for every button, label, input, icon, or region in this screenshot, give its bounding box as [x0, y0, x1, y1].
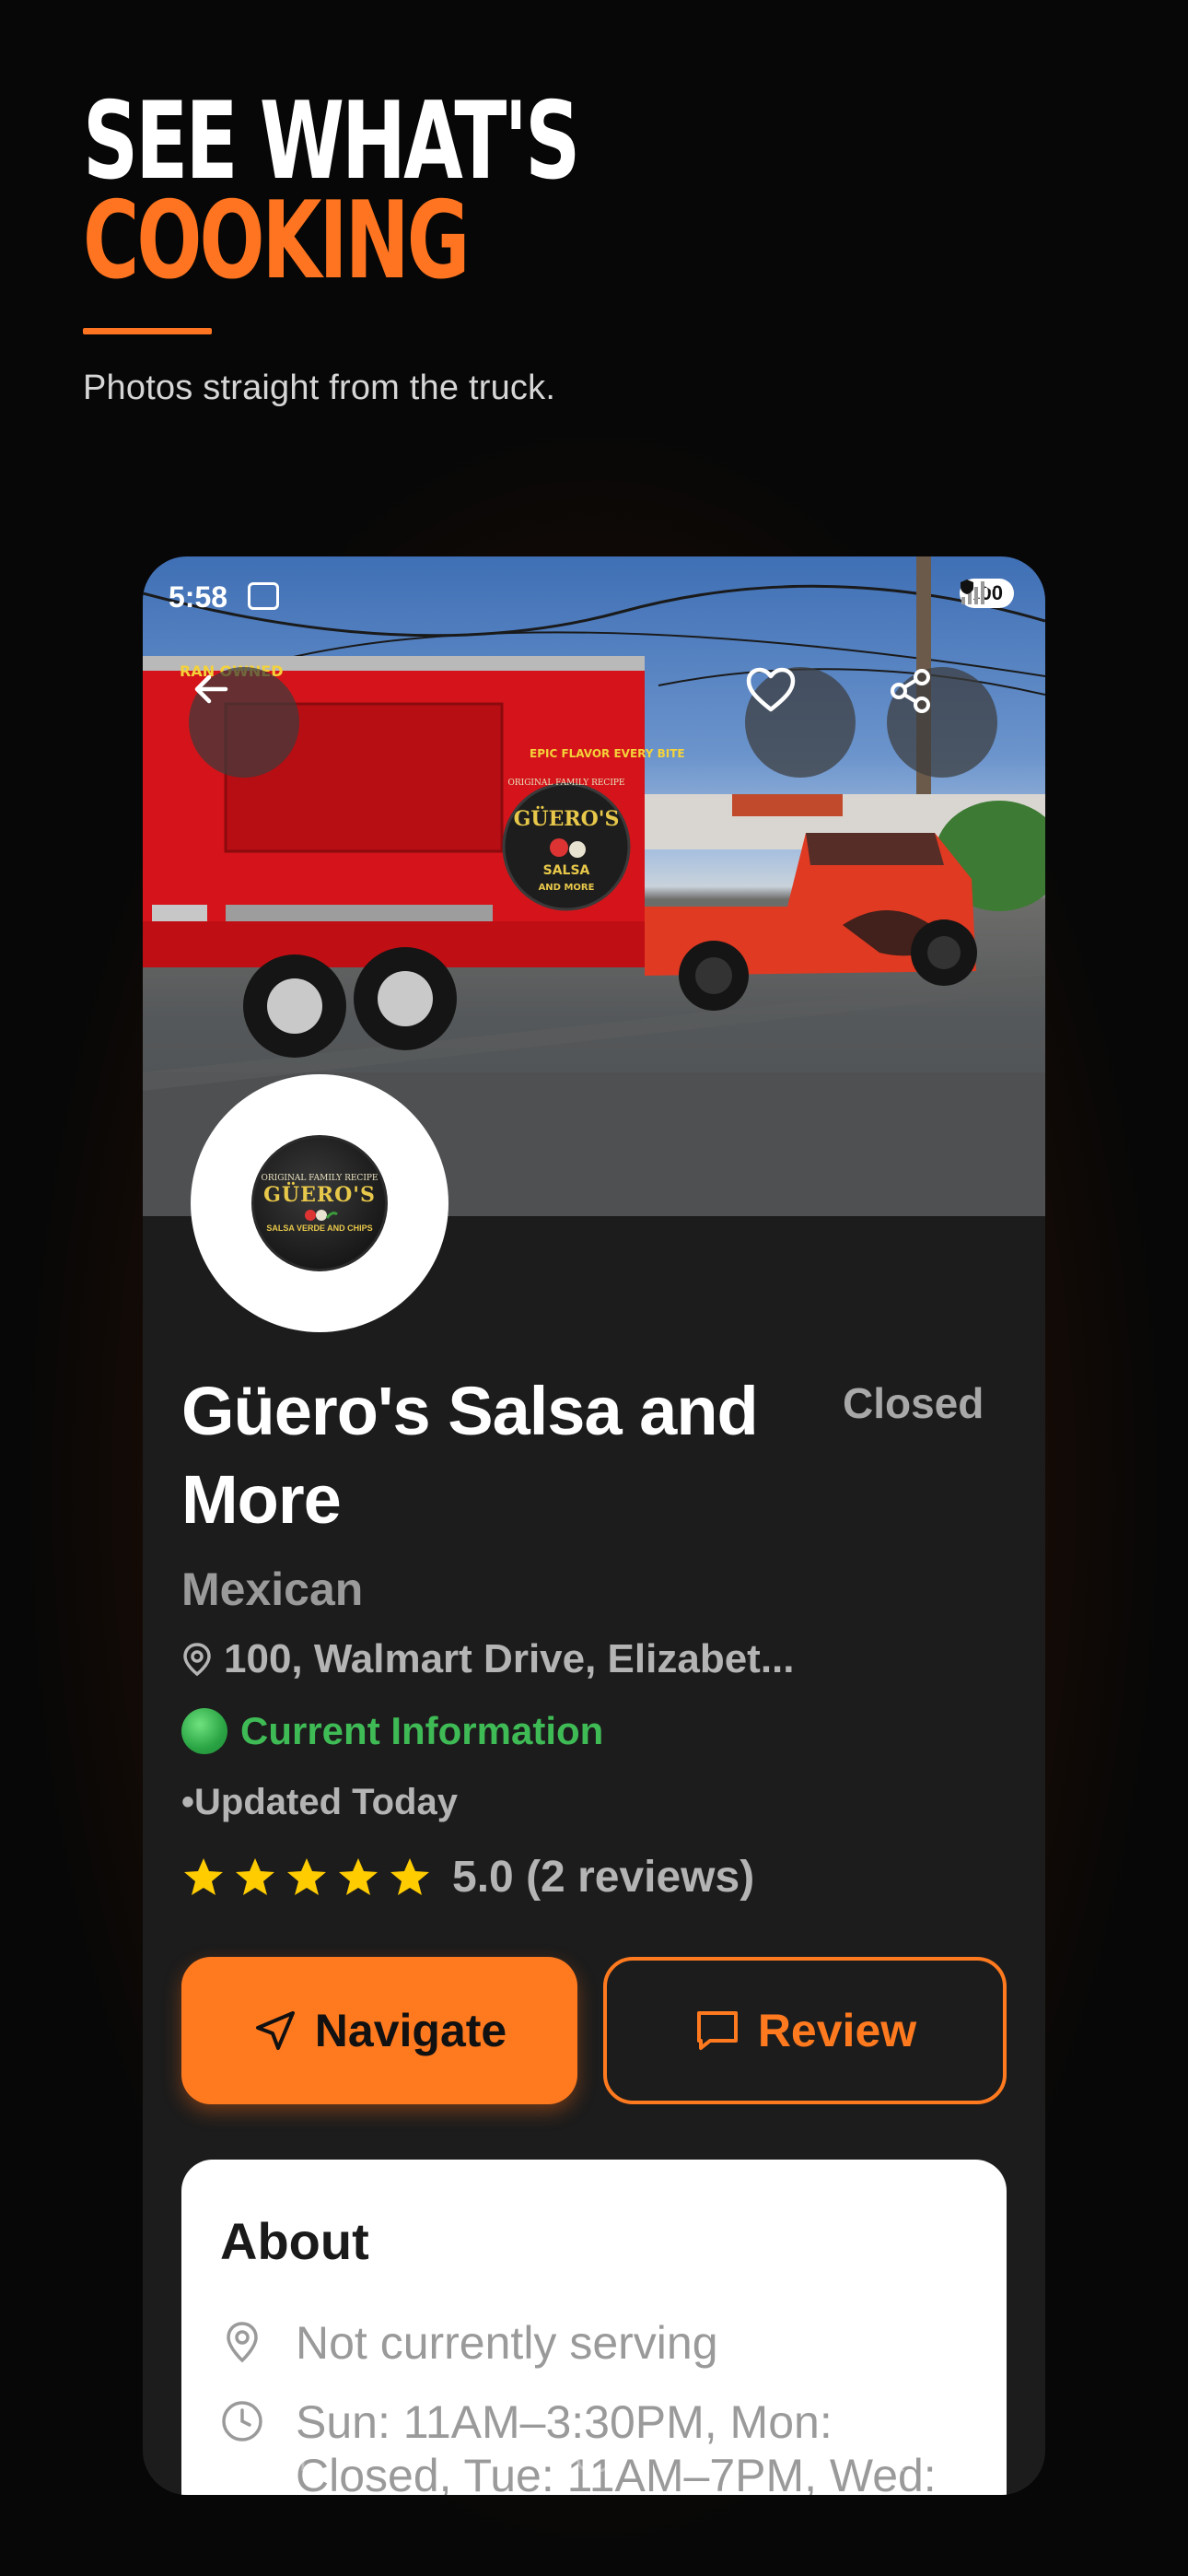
review-button[interactable]: Review — [603, 1957, 1007, 2104]
status-icons: 100 — [960, 579, 1014, 608]
recents-icon[interactable] — [272, 2436, 312, 2476]
serving-status-text: Not currently serving — [296, 2317, 718, 2369]
star-icon — [236, 1857, 274, 1895]
hero-line-2: COOKING — [83, 179, 470, 303]
veggies-icon — [305, 1210, 338, 1221]
updated-label: •Updated Today — [181, 1782, 458, 1822]
svg-text:ORIGINAL FAMILY RECIPE: ORIGINAL FAMILY RECIPE — [507, 779, 624, 788]
star-icon — [184, 1857, 223, 1895]
star-icon — [390, 1857, 429, 1895]
info-status: Current Information — [181, 1708, 603, 1754]
vendor-logo: ORIGINAL FAMILY RECIPE GÜERO'S SALSA VER… — [191, 1074, 448, 1332]
star-icon — [339, 1857, 378, 1895]
address-row[interactable]: 100, Walmart Drive, Elizabet... — [181, 1636, 795, 1682]
svg-text:EPIC FLAVOR EVERY BITE: EPIC FLAVOR EVERY BITE — [530, 747, 685, 760]
review-label: Review — [757, 2005, 917, 2056]
vendor-name: Güero's Salsa and More — [181, 1373, 759, 1538]
heart-icon — [746, 667, 796, 712]
hero-line-1: SEE WHAT'S — [83, 79, 580, 204]
hero-heading: SEE WHAT'S COOKING — [83, 79, 770, 303]
about-title: About — [220, 2212, 369, 2270]
navigate-label: Navigate — [314, 2005, 507, 2056]
navigation-arrow-icon — [255, 2011, 295, 2050]
home-icon[interactable] — [571, 2436, 617, 2476]
arrow-left-icon — [194, 674, 228, 704]
logo-sub-text: SALSA VERDE AND CHIPS — [266, 1224, 373, 1233]
back-button[interactable] — [189, 667, 299, 778]
cuisine-label: Mexican — [181, 1563, 364, 1615]
phone-screen: RAN OWNED EPIC FLAVOR EVERY BITE ORIGINA… — [143, 556, 1045, 2495]
favorite-button[interactable] — [745, 667, 856, 778]
logo-top-text: ORIGINAL FAMILY RECIPE — [261, 1174, 379, 1183]
hero-subtitle: Photos straight from the truck. — [83, 369, 556, 407]
svg-text:SALSA: SALSA — [543, 863, 590, 878]
logo-name: GÜERO'S — [263, 1183, 376, 1207]
hero-divider — [83, 328, 212, 334]
address-text: 100, Walmart Drive, Elizabet... — [224, 1636, 795, 1681]
screen-record-icon — [248, 582, 279, 610]
rating-row: 5.0 (2 reviews) — [181, 1852, 754, 1903]
location-pin-icon — [227, 2322, 258, 2363]
shield-icon — [961, 580, 974, 594]
info-status-text: Current Information — [240, 1709, 604, 1752]
status-dot-icon — [181, 1708, 227, 1754]
svg-text:GÜERO'S: GÜERO'S — [514, 805, 620, 831]
open-status-badge: Closed — [843, 1379, 984, 1427]
svg-text:AND MORE: AND MORE — [539, 883, 595, 893]
navigate-button[interactable]: Navigate — [181, 1957, 577, 2104]
logo-disc: ORIGINAL FAMILY RECIPE GÜERO'S SALSA VER… — [251, 1135, 388, 1271]
back-nav-icon[interactable] — [876, 2436, 916, 2476]
share-button[interactable] — [887, 667, 997, 778]
status-time: 5:58 — [169, 580, 228, 614]
rating-text: 5.0 (2 reviews) — [452, 1853, 755, 1902]
share-icon — [891, 669, 930, 713]
chat-bubble-icon — [696, 2011, 738, 2050]
star-icon — [287, 1857, 326, 1895]
system-nav-bar — [143, 2418, 1045, 2495]
location-pin-icon — [183, 1643, 211, 1677]
serving-status-row: Not currently serving — [220, 2316, 718, 2370]
